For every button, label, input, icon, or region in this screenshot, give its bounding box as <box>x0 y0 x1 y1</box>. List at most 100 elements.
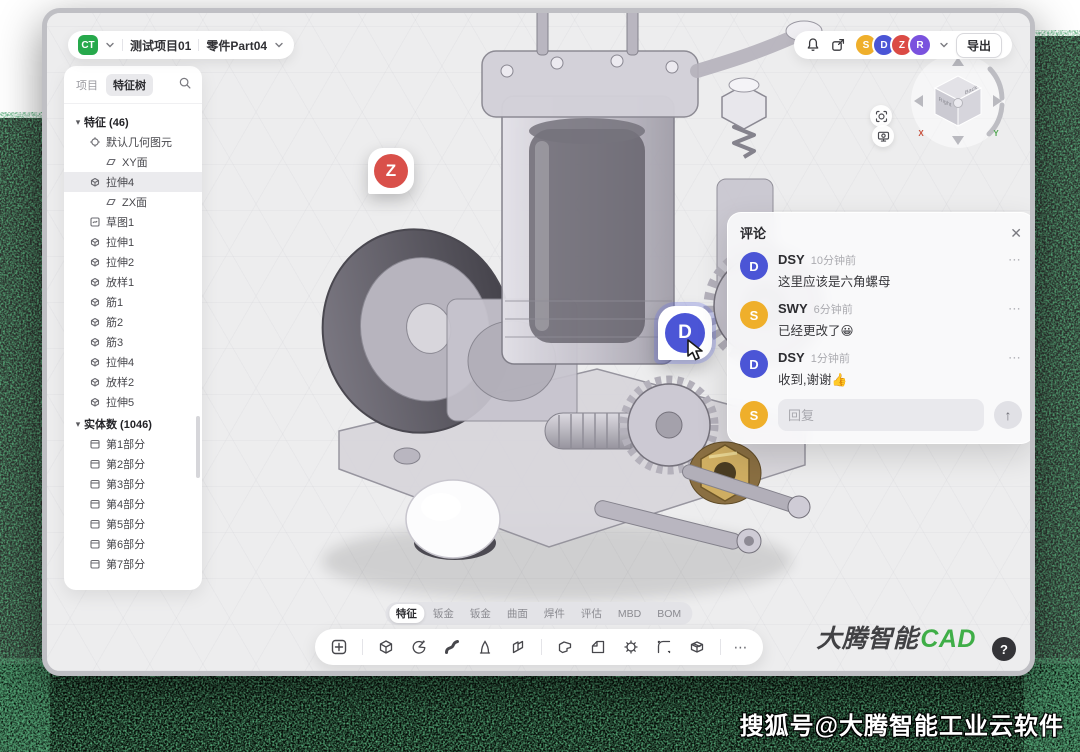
reply-row: S ↑ <box>740 399 1022 431</box>
sidebar-tab[interactable]: 项目 <box>76 77 98 93</box>
chevron-down-icon[interactable] <box>274 40 284 50</box>
mode-tab[interactable]: 钣金 <box>426 604 461 623</box>
chevron-down-icon[interactable] <box>939 40 949 50</box>
caret-down-icon[interactable]: ▾ <box>72 117 84 128</box>
mode-tab[interactable]: 焊件 <box>537 604 572 623</box>
tree-row[interactable]: ▾ 第5部分 <box>64 514 202 534</box>
divider <box>362 639 363 655</box>
tree-row[interactable]: ▾ 拉伸5 <box>64 392 202 412</box>
search-icon[interactable] <box>178 76 192 95</box>
pin-avatar[interactable]: Z <box>374 154 408 188</box>
share-icon[interactable] <box>829 36 847 54</box>
cut-icon[interactable] <box>555 637 575 657</box>
more-button[interactable]: ⋯ <box>734 639 749 656</box>
tree-item-label: 第4部分 <box>106 496 145 512</box>
project-breadcrumb: CT 测试项目01 零件Part04 <box>68 31 294 59</box>
tree-row[interactable]: ▾ ZX面 <box>64 192 202 212</box>
caret-down-icon[interactable]: ▾ <box>72 419 84 430</box>
avatar: S <box>740 301 768 329</box>
tree-row[interactable]: ▾ 第3部分 <box>64 474 202 494</box>
sidebar-tab[interactable]: 特征树 <box>106 74 153 96</box>
avatar-stack[interactable]: SDZR <box>854 33 932 57</box>
project-name[interactable]: 测试项目01 <box>130 37 191 54</box>
tree-row[interactable]: ▾ 第1部分 <box>64 434 202 454</box>
tree-row[interactable]: ▾ 放样2 <box>64 372 202 392</box>
tree-row[interactable]: ▾ 实体数 (1046) <box>64 414 202 434</box>
cylinder-block <box>502 96 674 364</box>
comment-panel: 评论 ✕ D DSY 10分钟前 ⋯ 这里应该是六角螺母 <box>727 212 1035 444</box>
add-button[interactable] <box>329 637 349 657</box>
comment-pin-z[interactable]: Z <box>368 148 414 194</box>
divider <box>122 39 123 51</box>
mode-tab[interactable]: 钣金 <box>463 604 498 623</box>
close-icon[interactable]: ✕ <box>1010 226 1022 240</box>
sidebar-header: 项目特征树 <box>64 66 202 104</box>
feature-tree: ▾ 特征 (46) ▾ 默认几何图元 ▾ XY面 ▾ <box>64 104 202 590</box>
tree-item-icon <box>88 376 102 388</box>
mode-tabs: 特征钣金钣金曲面焊件评估MBDBOM <box>385 602 692 625</box>
view-cube[interactable]: Right Back Z X Y <box>898 41 1018 161</box>
revolve-icon[interactable] <box>409 637 429 657</box>
avatar[interactable]: R <box>908 33 932 57</box>
chevron-down-icon[interactable] <box>105 40 115 50</box>
tree-item-icon <box>88 316 102 328</box>
tree-row[interactable]: ▾ 默认几何图元 <box>64 132 202 152</box>
mouse-cursor-icon <box>684 338 706 362</box>
mode-tab[interactable]: 评估 <box>574 604 609 623</box>
projection-button[interactable] <box>872 125 894 147</box>
tree-row[interactable]: ▾ 筋1 <box>64 292 202 312</box>
mode-tab[interactable]: 曲面 <box>500 604 535 623</box>
help-button[interactable]: ? <box>992 637 1016 661</box>
tree-row[interactable]: ▾ 草图1 <box>64 212 202 232</box>
part-name[interactable]: 零件Part04 <box>206 37 267 54</box>
chamfer-icon[interactable] <box>588 637 608 657</box>
fillet-icon[interactable] <box>654 637 674 657</box>
tree-item-label: 草图1 <box>106 214 134 230</box>
loft-icon[interactable] <box>475 637 495 657</box>
feature-toolbar: ⋯ <box>315 629 763 665</box>
rib-icon[interactable] <box>508 637 528 657</box>
comment-time: 1分钟前 <box>811 350 850 366</box>
tree-item-label: 放样2 <box>106 374 134 390</box>
mode-tab[interactable]: BOM <box>650 606 688 622</box>
notification-bell-icon[interactable] <box>804 36 822 54</box>
app-logo[interactable]: CT <box>78 35 98 55</box>
send-button[interactable]: ↑ <box>994 401 1022 429</box>
tree-row[interactable]: ▾ 第4部分 <box>64 494 202 514</box>
axis-y-label: Y <box>993 129 999 138</box>
comment-panel-title: 评论 <box>740 223 766 242</box>
brand-logo: 大腾智能CAD <box>816 619 976 655</box>
reply-input[interactable] <box>778 399 984 431</box>
tree-item-icon <box>88 296 102 308</box>
tree-row[interactable]: ▾ XY面 <box>64 152 202 172</box>
mode-tab[interactable]: MBD <box>611 606 648 622</box>
fit-view-button[interactable] <box>870 105 892 127</box>
tree-row[interactable]: ▾ 放样1 <box>64 272 202 292</box>
tree-row[interactable]: ▾ 拉伸1 <box>64 232 202 252</box>
export-button[interactable]: 导出 <box>956 33 1002 58</box>
tree-item-label: 筋2 <box>106 314 123 330</box>
tree-item-label: 拉伸2 <box>106 254 134 270</box>
tree-item-icon <box>88 558 102 570</box>
comment-more-button[interactable]: ⋯ <box>1008 252 1022 268</box>
tree-row[interactable]: ▾ 第6部分 <box>64 534 202 554</box>
tree-row[interactable]: ▾ 筋3 <box>64 332 202 352</box>
tree-row[interactable]: ▾ 特征 (46) <box>64 112 202 132</box>
comment-pin-d[interactable]: D <box>658 306 712 360</box>
comment-more-button[interactable]: ⋯ <box>1008 301 1022 317</box>
tree-item-icon <box>88 336 102 348</box>
tree-row[interactable]: ▾ 拉伸4 <box>64 352 202 372</box>
tree-row[interactable]: ▾ 筋2 <box>64 312 202 332</box>
tree-row[interactable]: ▾ 第2部分 <box>64 454 202 474</box>
tree-scrollbar[interactable] <box>196 416 200 478</box>
tree-row[interactable]: ▾ 拉伸4 <box>64 172 202 192</box>
extrude-icon[interactable] <box>376 637 396 657</box>
tree-row[interactable]: ▾ 第7部分 <box>64 554 202 574</box>
mode-tab[interactable]: 特征 <box>389 604 424 623</box>
shell-icon[interactable] <box>687 637 707 657</box>
pattern-icon[interactable] <box>621 637 641 657</box>
divider <box>198 39 199 51</box>
comment-more-button[interactable]: ⋯ <box>1008 350 1022 366</box>
sweep-icon[interactable] <box>442 637 462 657</box>
tree-row[interactable]: ▾ 拉伸2 <box>64 252 202 272</box>
